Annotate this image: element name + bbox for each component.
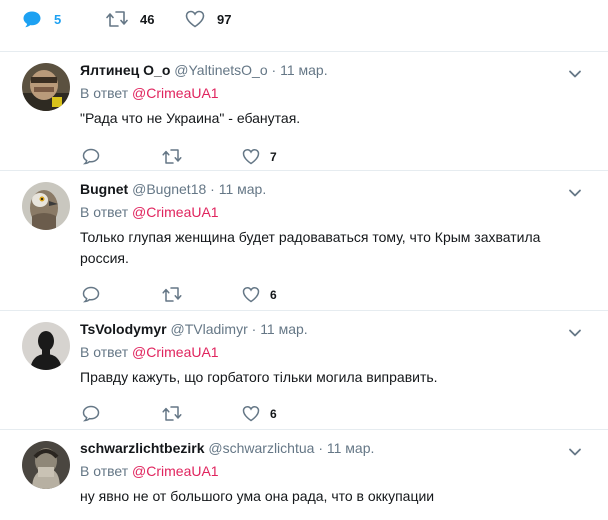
tweet-actions: 6 [0, 405, 608, 425]
retweet-count: 46 [140, 11, 155, 27]
reply-icon [82, 286, 100, 303]
retweet-button[interactable] [162, 149, 182, 164]
tweet-text: ну явно не от большого ума она рада, что… [80, 488, 435, 504]
user-name[interactable]: TsVolodymyr [80, 321, 167, 337]
reply-icon [82, 405, 100, 422]
parent-tweet-actions: 5 46 97 [0, 0, 608, 52]
reply-button[interactable] [82, 148, 100, 165]
reply-tweet: Ялтинец O_o @YaltinetsO_o · 11 мар. В от… [0, 53, 608, 171]
mention-link[interactable]: @CrimeaUA1 [132, 463, 219, 479]
like-count: 97 [217, 11, 232, 27]
tweet-header: schwarzlichtbezirk @schwarzlichtua · 11 … [80, 440, 374, 456]
user-name[interactable]: schwarzlichtbezirk [80, 440, 205, 456]
avatar[interactable] [22, 441, 70, 489]
reply-context: В ответ @CrimeaUA1 [80, 344, 219, 360]
tweet-text: Только глупая женщина будет радоваваться… [80, 229, 541, 266]
tweet-timestamp[interactable]: 11 мар. [219, 181, 267, 197]
retweet-icon [162, 149, 182, 164]
reply-icon [82, 148, 100, 165]
tweet-text: Правду кажуть, що горбатого тільки могил… [80, 369, 438, 385]
tweet-text: "Рада что не Украина" - ебанутая. [80, 110, 301, 126]
user-handle[interactable]: @YaltinetsO_o [174, 62, 267, 78]
like-count: 7 [270, 149, 277, 164]
reply-icon [23, 11, 41, 28]
more-menu-button[interactable] [568, 66, 582, 84]
reply-tweet: schwarzlichtbezirk @schwarzlichtua · 11 … [0, 431, 608, 520]
retweet-button[interactable] [162, 287, 182, 302]
more-menu-button[interactable] [568, 185, 582, 203]
like-count: 6 [270, 287, 277, 302]
retweet-icon [106, 11, 128, 27]
heart-icon [242, 286, 260, 303]
reply-button[interactable] [82, 286, 100, 303]
heart-icon [242, 405, 260, 422]
reply-tweet: TsVolodymyr @TVladimyr · 11 мар. В ответ… [0, 312, 608, 430]
reply-prefix: В ответ [80, 204, 129, 220]
tweet-timestamp[interactable]: 11 мар. [260, 321, 308, 337]
mention-link[interactable]: @CrimeaUA1 [132, 344, 219, 360]
reply-prefix: В ответ [80, 344, 129, 360]
tweet-timestamp[interactable]: 11 мар. [280, 62, 328, 78]
mention-link[interactable]: @CrimeaUA1 [132, 85, 219, 101]
retweet-button[interactable]: 46 [106, 11, 154, 27]
reply-button[interactable]: 5 [22, 10, 61, 28]
like-button[interactable]: 6 [242, 286, 277, 303]
retweet-button[interactable] [162, 406, 182, 421]
retweet-icon [162, 287, 182, 302]
tweet-actions: 7 [0, 148, 608, 168]
more-menu-button[interactable] [568, 444, 582, 462]
heart-icon [185, 10, 205, 28]
retweet-icon [162, 406, 182, 421]
separator-dot: · [251, 321, 257, 337]
tweet-actions: 6 [0, 286, 608, 306]
reply-context: В ответ @CrimeaUA1 [80, 463, 219, 479]
reply-context: В ответ @CrimeaUA1 [80, 204, 219, 220]
mention-link[interactable]: @CrimeaUA1 [132, 204, 219, 220]
separator-dot: · [318, 440, 323, 456]
more-menu-button[interactable] [568, 325, 582, 343]
avatar[interactable] [22, 63, 70, 111]
avatar[interactable] [22, 322, 70, 370]
chevron-down-icon [569, 329, 581, 337]
heart-icon [242, 148, 260, 165]
tweet-header: Bugnet @Bugnet18 · 11 мар. [80, 181, 266, 197]
chevron-down-icon [569, 189, 581, 197]
separator-dot: · [271, 62, 277, 78]
like-button[interactable]: 7 [242, 148, 277, 165]
like-count: 6 [270, 406, 277, 421]
user-handle[interactable]: @TVladimyr [171, 321, 248, 337]
user-handle[interactable]: @schwarzlichtua [208, 440, 314, 456]
reply-button[interactable] [82, 405, 100, 422]
chevron-down-icon [569, 448, 581, 456]
reply-tweet: Bugnet @Bugnet18 · 11 мар. В ответ @Crim… [0, 172, 608, 311]
user-handle[interactable]: @Bugnet18 [132, 181, 206, 197]
reply-prefix: В ответ [80, 85, 129, 101]
chevron-down-icon [569, 70, 581, 78]
tweet-header: Ялтинец O_o @YaltinetsO_o · 11 мар. [80, 62, 328, 78]
user-name[interactable]: Ялтинец O_o [80, 62, 170, 78]
avatar[interactable] [22, 182, 70, 230]
reply-context: В ответ @CrimeaUA1 [80, 85, 219, 101]
like-button[interactable]: 6 [242, 405, 277, 422]
tweet-timestamp[interactable]: 11 мар. [327, 440, 375, 456]
separator-dot: · [210, 181, 215, 197]
reply-count: 5 [54, 11, 62, 27]
user-name[interactable]: Bugnet [80, 181, 128, 197]
tweet-header: TsVolodymyr @TVladimyr · 11 мар. [80, 321, 308, 337]
like-button[interactable]: 97 [185, 10, 231, 28]
reply-prefix: В ответ [80, 463, 129, 479]
